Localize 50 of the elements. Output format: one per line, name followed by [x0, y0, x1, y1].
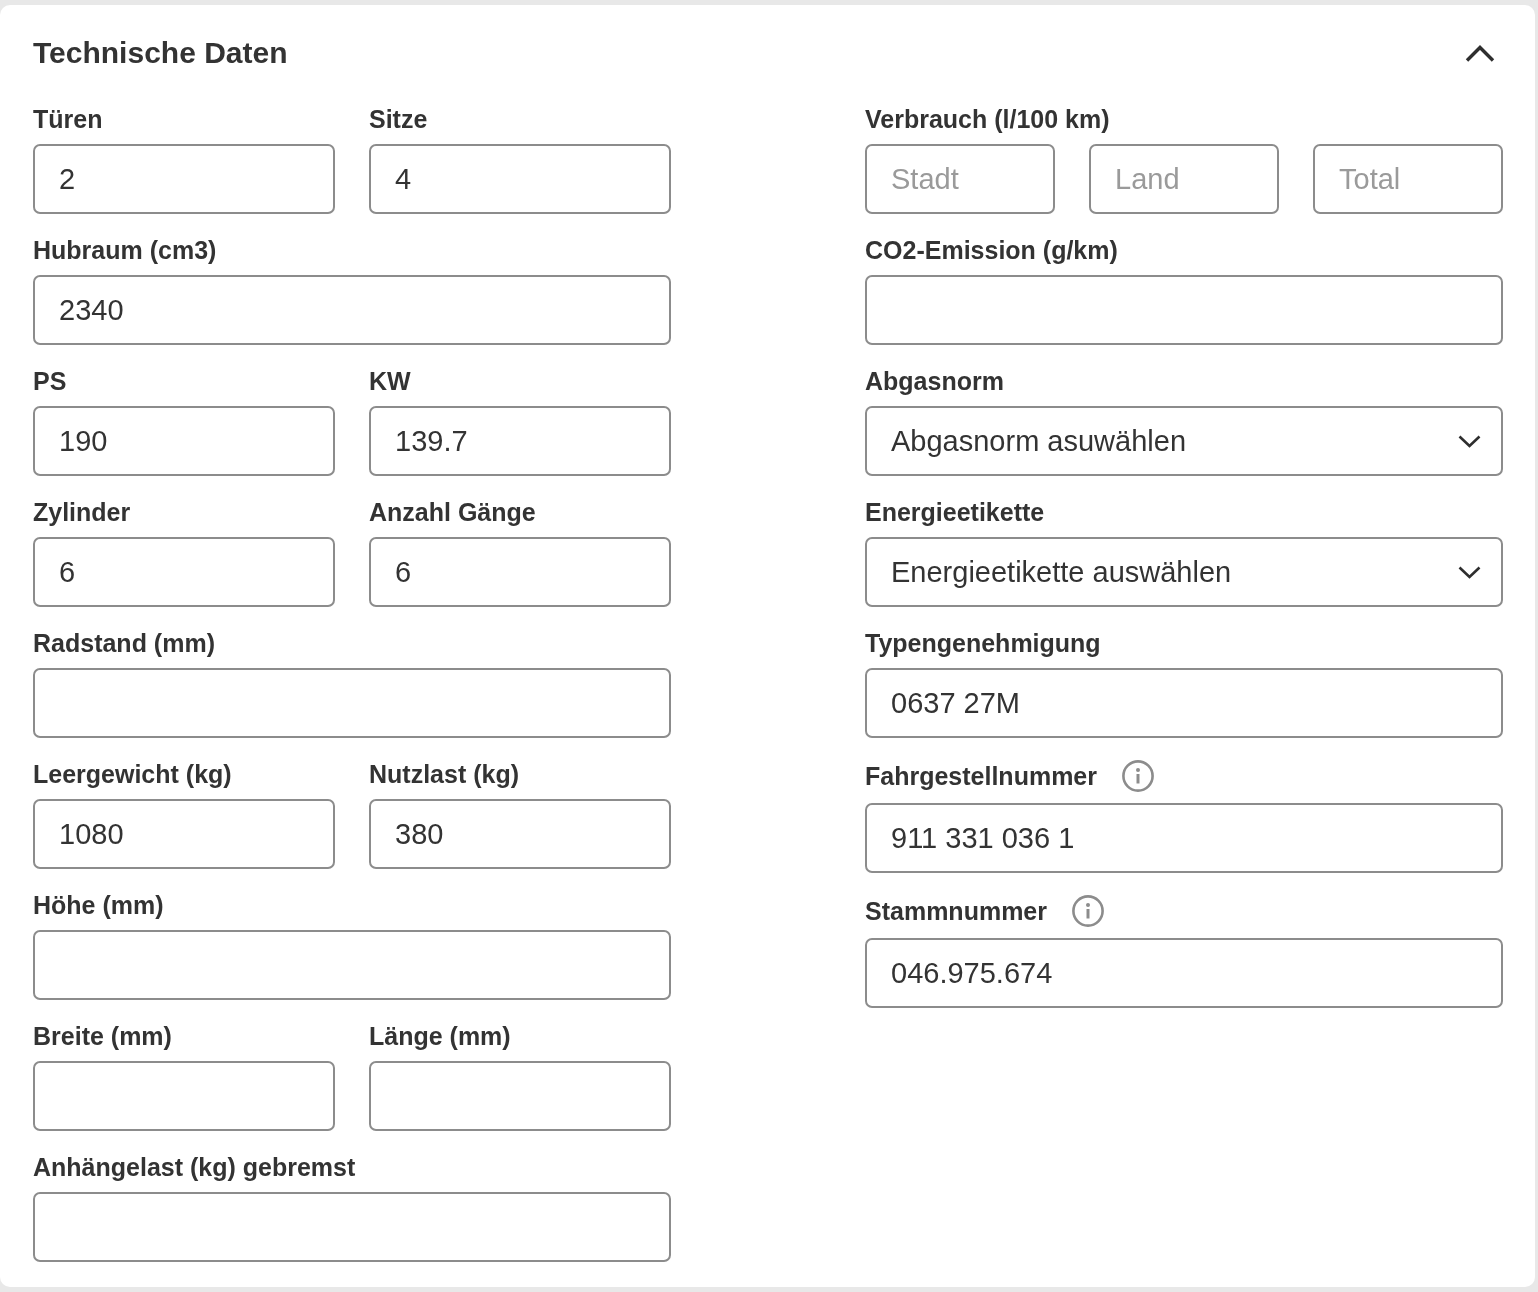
- field-label: Höhe (mm): [33, 891, 164, 919]
- input-field[interactable]: [33, 1192, 671, 1262]
- field-label: Anhängelast (kg) gebremst: [33, 1153, 356, 1181]
- input-field[interactable]: 2: [33, 144, 335, 214]
- input-field[interactable]: 6: [33, 537, 335, 607]
- chevron-down-icon: [1458, 434, 1481, 448]
- input-field[interactable]: 0637 27M: [865, 668, 1503, 738]
- field-label: CO2-Emission (g/km): [865, 236, 1118, 264]
- input-field[interactable]: 2340: [33, 275, 671, 345]
- chevron-down-icon: [1458, 565, 1481, 579]
- field-label: Typengenehmigung: [865, 629, 1101, 657]
- field-label: Verbrauch (l/100 km): [865, 105, 1110, 133]
- input-field[interactable]: Total: [1313, 144, 1503, 214]
- field-label: Fahrgestellnummer: [865, 762, 1097, 790]
- input-field[interactable]: 139.7: [369, 406, 671, 476]
- field-label: PS: [33, 367, 67, 395]
- input-field[interactable]: [33, 1061, 335, 1131]
- dropdown-select[interactable]: Abgasnorm asuwählen: [865, 406, 1503, 476]
- input-field[interactable]: [33, 668, 671, 738]
- input-field[interactable]: [369, 1061, 671, 1131]
- field-label: Abgasnorm: [865, 367, 1004, 395]
- field-label: Nutzlast (kg): [369, 760, 519, 788]
- field-label: Hubraum (cm3): [33, 236, 217, 264]
- field-label: Leergewicht (kg): [33, 760, 232, 788]
- input-field[interactable]: 1080: [33, 799, 335, 869]
- input-field[interactable]: 046.975.674: [865, 938, 1503, 1008]
- field-label: Energieetikette: [865, 498, 1045, 526]
- input-field[interactable]: 911 331 036 1: [865, 803, 1503, 873]
- input-field[interactable]: 4: [369, 144, 671, 214]
- input-field[interactable]: Land: [1089, 144, 1279, 214]
- panel-title: Technische Daten: [33, 36, 288, 70]
- info-icon[interactable]: [1122, 760, 1154, 792]
- dropdown-select[interactable]: Energieetikette auswählen: [865, 537, 1503, 607]
- field-label: Türen: [33, 105, 103, 133]
- chevron-up-icon[interactable]: [1465, 44, 1495, 62]
- field-label: Breite (mm): [33, 1022, 172, 1050]
- field-label: KW: [369, 367, 411, 395]
- input-field[interactable]: 190: [33, 406, 335, 476]
- field-label: Länge (mm): [369, 1022, 511, 1050]
- field-label: Stammnummer: [865, 897, 1047, 925]
- field-label: Anzahl Gänge: [369, 498, 536, 526]
- input-field[interactable]: Stadt: [865, 144, 1055, 214]
- input-field[interactable]: [865, 275, 1503, 345]
- input-field[interactable]: 380: [369, 799, 671, 869]
- field-label: Sitze: [369, 105, 428, 133]
- input-field[interactable]: 6: [369, 537, 671, 607]
- field-label: Zylinder: [33, 498, 131, 526]
- input-field[interactable]: [33, 930, 671, 1000]
- info-icon[interactable]: [1072, 895, 1104, 927]
- field-label: Radstand (mm): [33, 629, 215, 657]
